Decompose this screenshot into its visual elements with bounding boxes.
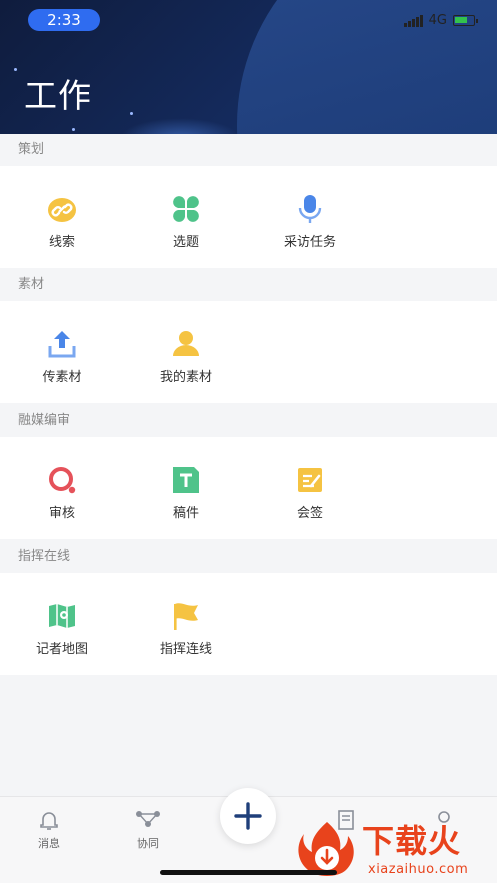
status-indicators: 4G: [403, 13, 478, 28]
tile-label: 会签: [296, 506, 323, 521]
section-materials: 传素材 我的素材: [0, 301, 497, 403]
review-icon: [49, 467, 76, 494]
home-indicator[interactable]: [160, 870, 337, 875]
tile-reporter-map[interactable]: 记者地图: [12, 600, 112, 657]
tile-label: 记者地图: [35, 642, 88, 657]
tile-label: 选题: [172, 235, 199, 250]
tile-interview-tasks[interactable]: 采访任务: [260, 193, 360, 250]
tile-manuscripts[interactable]: 稿件: [136, 464, 236, 521]
tile-review[interactable]: 审核: [12, 464, 112, 521]
signal-icon: [403, 14, 423, 27]
star-dot: [130, 112, 133, 115]
tab-label: 消息: [38, 837, 60, 850]
tile-my-materials[interactable]: 我的素材: [136, 328, 236, 385]
network-icon: [136, 811, 160, 827]
section-label-materials: 素材: [0, 269, 497, 301]
watermark-domain: xiazaihuo.com: [368, 862, 469, 877]
tile-clues[interactable]: 线索: [12, 193, 112, 250]
plus-icon: [234, 802, 262, 830]
tile-countersign[interactable]: 会签: [260, 464, 360, 521]
star-dot: [14, 68, 17, 71]
map-icon: [49, 604, 75, 628]
section-label-planning: 策划: [0, 134, 497, 166]
watermark-brand: 下载火: [362, 822, 462, 860]
microphone-icon: [298, 195, 322, 223]
tab-messages[interactable]: 消息: [19, 809, 79, 851]
star-dot: [72, 128, 75, 131]
person-icon: [173, 331, 199, 356]
tile-topics[interactable]: 选题: [136, 193, 236, 250]
tile-upload-material[interactable]: 传素材: [12, 328, 112, 385]
header-glow-decoration: [120, 118, 240, 134]
tile-label: 稿件: [172, 506, 199, 521]
tile-label: 审核: [48, 506, 75, 521]
tab-collaboration[interactable]: 协同: [118, 809, 178, 851]
network-type: 4G: [428, 13, 447, 28]
tab-label: 协同: [137, 837, 159, 850]
tile-label: 线索: [48, 235, 75, 250]
section-planning: 线索 选题 采访任务: [0, 166, 497, 268]
bell-icon: [40, 812, 58, 830]
link-icon: [48, 198, 76, 222]
manuscript-icon: [173, 467, 199, 493]
flag-icon: [174, 603, 198, 630]
clover-icon: [173, 196, 199, 222]
sign-icon: [298, 468, 322, 492]
status-time: 2:33: [28, 9, 100, 31]
tile-command-link[interactable]: 指挥连线: [136, 600, 236, 657]
tile-label: 指挥连线: [159, 642, 212, 657]
battery-icon: [453, 15, 478, 26]
section-command-online: 记者地图 指挥连线: [0, 573, 497, 675]
page-title: 工作: [24, 76, 92, 115]
section-editorial-review: 审核 稿件 会签: [0, 437, 497, 539]
upload-icon: [48, 331, 76, 358]
add-button[interactable]: [220, 788, 276, 844]
tile-label: 我的素材: [159, 370, 212, 385]
tile-label: 采访任务: [283, 235, 336, 250]
section-label-command-online: 指挥在线: [0, 541, 497, 573]
tile-label: 传素材: [42, 370, 82, 385]
header-banner: 2:33 4G 工作: [0, 0, 497, 134]
section-label-editorial-review: 融媒编审: [0, 405, 497, 437]
